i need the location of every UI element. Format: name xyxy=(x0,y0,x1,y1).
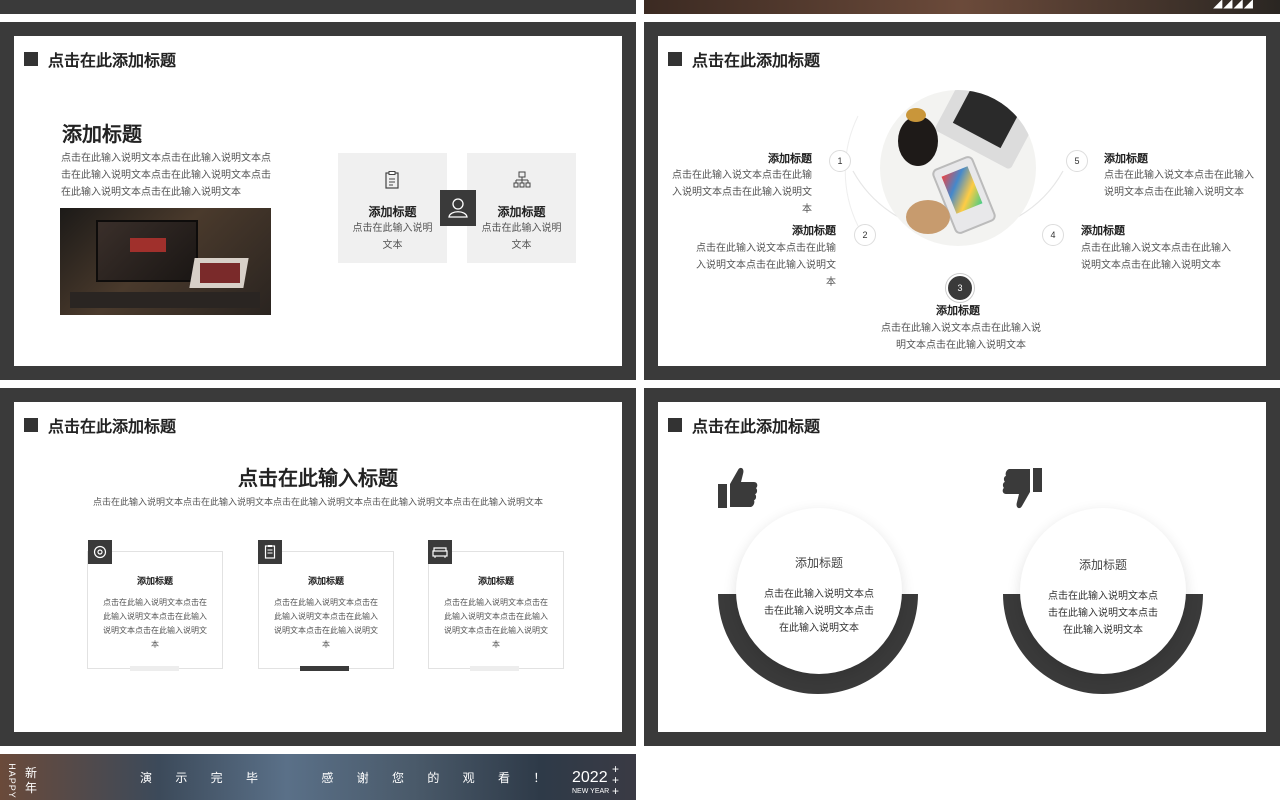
info-box-1[interactable]: 添加标题 点击在此输入说明文本点击在此输入说明文本点击在此输入说明文本点击在此输… xyxy=(87,551,223,669)
top-slide-strip-left xyxy=(0,0,636,14)
step-number-5: 5 xyxy=(1066,150,1088,172)
desk-photo xyxy=(880,90,1036,246)
info-box-title: 添加标题 xyxy=(307,576,344,586)
item-title-4: 添加标题 xyxy=(1081,225,1125,237)
thumbs-down-icon xyxy=(1002,466,1042,510)
info-box-text: 点击在此输入说明文本点击在此输入说明文本点击在此输入说明文本点击在此输入说明文本 xyxy=(103,598,207,649)
info-box-2[interactable]: 添加标题 点击在此输入说明文本点击在此输入说明文本点击在此输入说明文本点击在此输… xyxy=(258,551,394,669)
info-box-text: 点击在此输入说明文本点击在此输入说明文本点击在此输入说明文本点击在此输入说明文本 xyxy=(444,598,548,649)
thumbs-up-icon xyxy=(718,466,758,510)
box-underline-2 xyxy=(300,666,349,671)
slide-4[interactable]: 点击在此添加标题 添加标题 点击在此输入说明文本点击在此输入说明文本点击在此输入… xyxy=(644,388,1280,746)
section-subtitle: 点击在此输入说明文本点击在此输入说明文本点击在此输入说明文本点击在此输入说明文本… xyxy=(92,497,543,507)
item-text-4: 点击在此输入说文本点击在此输入说明文本点击在此输入说明文本 xyxy=(1081,243,1231,271)
target-icon xyxy=(88,540,112,564)
new-year-vertical-text: 新年 xyxy=(25,766,38,795)
year-sub-label: NEW YEAR xyxy=(572,788,610,795)
clipboard-icon xyxy=(258,540,282,564)
slide-header: 点击在此添加标题 xyxy=(24,47,176,71)
slide-header: 点击在此添加标题 xyxy=(668,47,820,71)
feature-card-title: 添加标题 xyxy=(497,205,546,219)
corner-marks: ◢◢◢◢ xyxy=(1213,0,1254,10)
slide-1[interactable]: 点击在此添加标题 添加标题 点击在此输入说明文本点击在此输入说明文本点击在此输入… xyxy=(0,22,636,380)
slide-header: 点击在此添加标题 xyxy=(668,413,820,437)
plus-icons: + + + xyxy=(612,762,620,798)
slide-2[interactable]: 点击在此添加标题 1 2 3 4 5 添加标题 点击在此输入说文本点击在此输入说… xyxy=(644,22,1280,380)
item-text-2: 点击在此输入说文本点击在此输入说明文本点击在此输入说明文本 xyxy=(696,243,836,288)
item-text-5: 点击在此输入说文本点击在此输入说明文本点击在此输入说明文本 xyxy=(1104,170,1254,198)
feature-card-1[interactable]: 添加标题 点击在此输入说明文本 xyxy=(338,153,447,263)
circle-card-right[interactable]: 添加标题 点击在此输入说明文本点击在此输入说明文本点击在此输入说明文本 xyxy=(1020,508,1186,674)
circle-card-title: 添加标题 xyxy=(794,556,843,570)
feature-card-2[interactable]: 添加标题 点击在此输入说明文本 xyxy=(467,153,576,263)
item-title-1: 添加标题 xyxy=(768,153,812,165)
section-desc: 点击在此输入说明文本点击在此输入说明文本点击在此输入说明文本点击在此输入说明文本… xyxy=(61,153,271,198)
step-number-1: 1 xyxy=(829,150,851,172)
slide-3[interactable]: 点击在此添加标题 点击在此输入标题 点击在此输入说明文本点击在此输入说明文本点击… xyxy=(0,388,636,746)
feature-card-title: 添加标题 xyxy=(368,205,417,219)
step-number-2: 2 xyxy=(854,224,876,246)
circle-card-title: 添加标题 xyxy=(1078,558,1127,572)
info-box-title: 添加标题 xyxy=(136,576,173,586)
year-label: 2022 xyxy=(572,769,608,786)
info-box-3[interactable]: 添加标题 点击在此输入说明文本点击在此输入说明文本点击在此输入说明文本点击在此输… xyxy=(428,551,564,669)
circle-card-left[interactable]: 添加标题 点击在此输入说明文本点击在此输入说明文本点击在此输入说明文本 xyxy=(736,508,902,674)
item-title-5: 添加标题 xyxy=(1104,153,1148,165)
circle-card-text: 点击在此输入说明文本点击在此输入说明文本点击在此输入说明文本 xyxy=(764,589,874,634)
item-title-2: 添加标题 xyxy=(792,225,836,237)
sofa-icon xyxy=(428,540,452,564)
item-text-3: 点击在此输入说文本点击在此输入说明文本点击在此输入说明文本 xyxy=(881,323,1041,351)
clipboard-icon xyxy=(385,171,399,189)
org-chart-icon xyxy=(513,171,531,189)
end-slide[interactable]: HAPPY 新年 演 示 完 毕 感 谢 您 的 观 看 ！ 2022 NEW … xyxy=(0,754,636,800)
section-title: 点击在此输入标题 xyxy=(238,468,398,490)
feature-card-text: 点击在此输入说明文本 xyxy=(352,223,433,251)
info-box-title: 添加标题 xyxy=(477,576,514,586)
laptop-photo xyxy=(60,208,271,315)
feature-card-text: 点击在此输入说明文本 xyxy=(481,223,562,251)
item-text-1: 点击在此输入说文本点击在此输入说明文本点击在此输入说明文本 xyxy=(672,170,812,215)
slide-header: 点击在此添加标题 xyxy=(24,413,176,437)
step-number-3: 3 xyxy=(946,274,974,302)
user-icon xyxy=(440,190,476,226)
info-box-text: 点击在此输入说明文本点击在此输入说明文本点击在此输入说明文本点击在此输入说明文本 xyxy=(274,598,378,649)
box-underline-1 xyxy=(130,666,179,671)
thanks-message: 演 示 完 毕 感 谢 您 的 观 看 ！ xyxy=(140,771,556,785)
section-title: 添加标题 xyxy=(62,124,142,146)
step-number-4: 4 xyxy=(1042,224,1064,246)
box-underline-3 xyxy=(470,666,519,671)
circle-card-text: 点击在此输入说明文本点击在此输入说明文本点击在此输入说明文本 xyxy=(1048,591,1158,636)
happy-vertical-text: HAPPY xyxy=(6,763,17,799)
top-slide-strip-right: ◢◢◢◢ xyxy=(644,0,1280,14)
item-title-3: 添加标题 xyxy=(936,305,980,317)
